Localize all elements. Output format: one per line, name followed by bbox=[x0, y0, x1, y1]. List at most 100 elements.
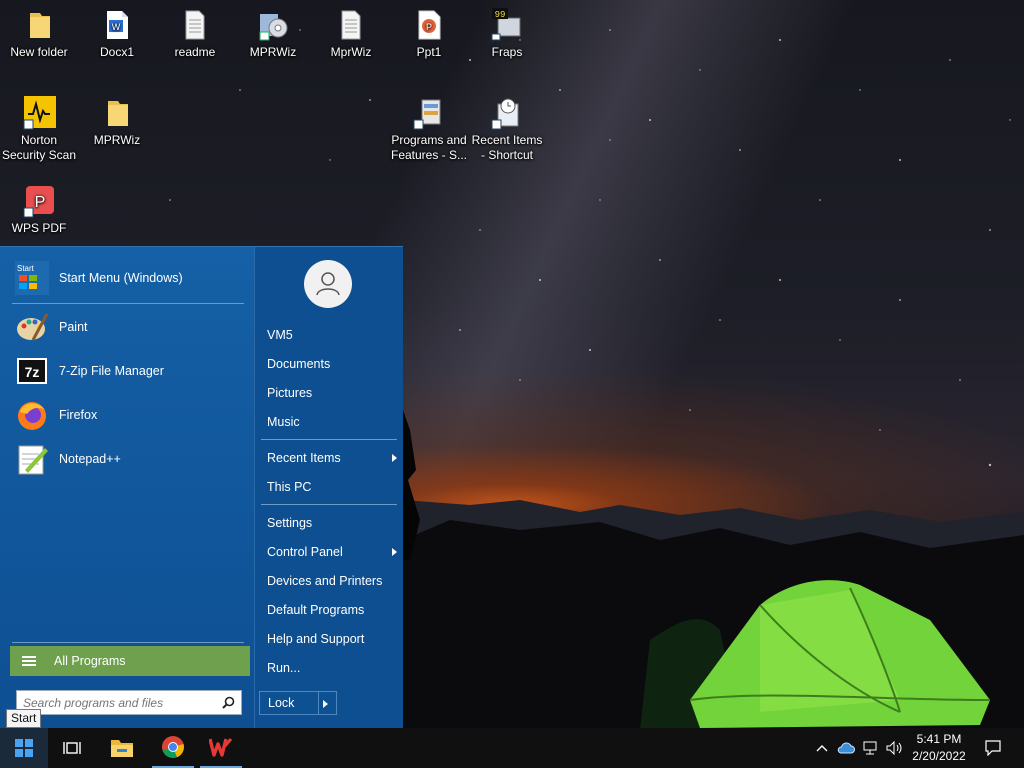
wps-pdf-icon: P bbox=[23, 186, 54, 218]
start-button[interactable] bbox=[0, 728, 48, 768]
search-input[interactable] bbox=[17, 691, 213, 714]
start-tooltip: Start bbox=[6, 709, 42, 728]
menu-link-recent-items[interactable]: Recent Items bbox=[267, 451, 397, 465]
desktop-icon-docx1[interactable]: W Docx1 bbox=[78, 8, 156, 60]
volume-icon bbox=[886, 741, 902, 755]
menu-link-default-programs[interactable]: Default Programs bbox=[267, 603, 395, 617]
menu-item-notepadpp[interactable]: Notepad++ bbox=[10, 439, 246, 479]
desktop-icon-readme[interactable]: readme bbox=[156, 8, 234, 60]
desktop-icon-new-folder[interactable]: New folder bbox=[0, 8, 78, 60]
menu-item-firefox[interactable]: Firefox bbox=[10, 395, 246, 435]
network-tray-button[interactable] bbox=[860, 728, 882, 768]
desktop-icon-mprwiz-text[interactable]: MprWiz bbox=[312, 8, 390, 60]
desktop-icon-mprwiz-installer[interactable]: MPRWiz bbox=[234, 8, 312, 60]
desktop-icon-ppt1[interactable]: P Ppt1 bbox=[390, 8, 468, 60]
mprwiz-installer-icon bbox=[259, 14, 288, 41]
menu-item-start-menu-windows[interactable]: Start Start Menu (Windows) bbox=[10, 258, 246, 298]
start-menu-right-pane: VM5 Documents Pictures Music Recent Item… bbox=[254, 247, 403, 729]
desktop-icon-label: Programs and Features - S... bbox=[390, 133, 468, 162]
menu-item-label: Notepad++ bbox=[59, 452, 121, 466]
chrome-taskbar-button[interactable] bbox=[152, 728, 194, 768]
desktop-icon-norton[interactable]: Norton Security Scan bbox=[0, 96, 78, 163]
volume-tray-button[interactable] bbox=[884, 728, 906, 768]
folder-icon bbox=[30, 13, 50, 38]
file-explorer-taskbar-button[interactable] bbox=[100, 728, 144, 768]
menu-item-label: Paint bbox=[59, 320, 88, 334]
lock-button[interactable]: Lock bbox=[259, 691, 337, 715]
desktop-icon-wps-pdf[interactable]: P WPS PDF bbox=[0, 184, 78, 236]
desktop-icon-label: MPRWiz bbox=[93, 133, 141, 147]
paint-icon bbox=[17, 313, 49, 341]
svg-text:P: P bbox=[35, 194, 46, 211]
start-menu-left-pane: Start Start Menu (Windows) Paint 7z 7-Zi… bbox=[0, 247, 254, 729]
menu-item-paint[interactable]: Paint bbox=[10, 307, 246, 347]
lock-label: Lock bbox=[268, 696, 295, 710]
menu-link-user[interactable]: VM5 bbox=[267, 328, 395, 342]
menu-item-label: 7-Zip File Manager bbox=[59, 364, 164, 378]
menu-link-control-panel[interactable]: Control Panel bbox=[267, 545, 397, 559]
menu-link-help-support[interactable]: Help and Support bbox=[267, 632, 395, 646]
submenu-arrow-icon bbox=[392, 548, 397, 556]
desktop-icon-label: New folder bbox=[10, 45, 68, 59]
menu-link-documents[interactable]: Documents bbox=[267, 357, 395, 371]
search-box[interactable] bbox=[16, 690, 242, 715]
folder-icon bbox=[108, 101, 128, 126]
menu-link-this-pc[interactable]: This PC bbox=[267, 480, 395, 494]
menu-link-label: Control Panel bbox=[267, 545, 343, 559]
desktop-icon-label: Docx1 bbox=[99, 45, 134, 59]
menu-separator bbox=[261, 439, 397, 440]
desktop-icon-recent-items[interactable]: Recent Items - Shortcut bbox=[468, 96, 546, 163]
powerpoint-icon: P bbox=[418, 10, 441, 40]
desktop-icon-label: Ppt1 bbox=[416, 45, 442, 59]
start-menu: Start Start Menu (Windows) Paint 7z 7-Zi… bbox=[0, 246, 403, 729]
action-center-button[interactable] bbox=[978, 728, 1008, 768]
chevron-up-icon bbox=[816, 745, 828, 752]
desktop-icon-label: WPS PDF bbox=[11, 221, 67, 235]
menu-separator bbox=[261, 504, 397, 505]
lock-divider bbox=[318, 692, 319, 714]
all-programs-button[interactable]: All Programs bbox=[10, 646, 250, 676]
avatar[interactable] bbox=[304, 260, 352, 308]
list-icon bbox=[22, 654, 36, 668]
task-view-button[interactable] bbox=[50, 728, 94, 768]
menu-link-settings[interactable]: Settings bbox=[267, 516, 395, 530]
menu-link-label: Recent Items bbox=[267, 451, 341, 465]
desktop-icon-label: MPRWiz bbox=[249, 45, 297, 59]
desktop-icon-label: Recent Items - Shortcut bbox=[471, 133, 543, 162]
programs-features-icon bbox=[413, 99, 441, 130]
norton-icon bbox=[23, 96, 56, 130]
menu-link-music[interactable]: Music bbox=[267, 415, 395, 429]
clock-date: 2/20/2022 bbox=[912, 749, 966, 763]
menu-item-7zip[interactable]: 7z 7-Zip File Manager bbox=[10, 351, 246, 391]
7zip-icon: 7z bbox=[17, 358, 47, 384]
fraps-icon: 99 bbox=[491, 8, 521, 41]
menu-link-devices-printers[interactable]: Devices and Printers bbox=[267, 574, 395, 588]
recent-items-icon bbox=[491, 98, 519, 130]
desktop-icon-fraps[interactable]: 99 Fraps bbox=[468, 8, 546, 60]
notification-icon bbox=[985, 740, 1001, 756]
show-hidden-icons-button[interactable] bbox=[812, 728, 832, 768]
svg-text:P: P bbox=[426, 22, 432, 32]
menu-item-label: Start Menu (Windows) bbox=[59, 271, 183, 285]
desktop-icon-programs-features[interactable]: Programs and Features - S... bbox=[390, 96, 468, 163]
menu-link-run[interactable]: Run... bbox=[267, 661, 395, 675]
menu-link-pictures[interactable]: Pictures bbox=[267, 386, 395, 400]
clock-time: 5:41 PM bbox=[916, 732, 962, 746]
task-view-icon bbox=[63, 742, 81, 754]
onedrive-tray-button[interactable] bbox=[835, 728, 857, 768]
chrome-icon bbox=[162, 736, 184, 758]
desktop-icon-label: readme bbox=[174, 45, 216, 59]
user-icon bbox=[316, 272, 340, 296]
clock[interactable]: 5:41 PM 2/20/2022 bbox=[904, 731, 974, 765]
windows-logo-icon bbox=[15, 739, 33, 757]
taskbar: 5:41 PM 2/20/2022 bbox=[0, 728, 1024, 768]
search-icon[interactable] bbox=[222, 696, 235, 709]
file-explorer-icon bbox=[111, 740, 133, 757]
power-options-arrow-icon[interactable] bbox=[323, 700, 328, 708]
word-doc-icon: W bbox=[107, 11, 128, 39]
menu-separator bbox=[12, 642, 244, 643]
desktop-icon-mprwiz-folder[interactable]: MPRWiz bbox=[78, 96, 156, 148]
all-programs-label: All Programs bbox=[54, 654, 126, 668]
desktop-icon-label: Fraps bbox=[491, 45, 523, 59]
wps-office-taskbar-button[interactable] bbox=[200, 728, 242, 768]
